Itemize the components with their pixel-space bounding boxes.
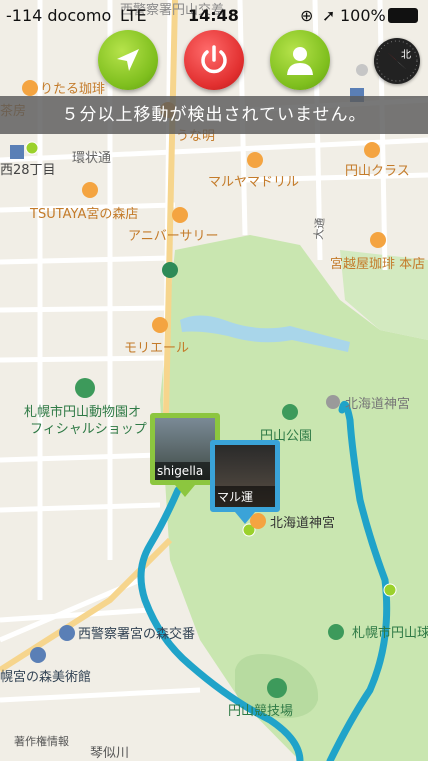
location-arrow-icon: ➚ xyxy=(322,6,336,25)
label-museum: 幌宮の森美術館 xyxy=(0,669,91,685)
label-maruyama-class: 円山クラス xyxy=(345,164,410,179)
label-anniversary: アニバーサリー xyxy=(128,229,218,244)
label-odori: 大通 xyxy=(311,217,327,240)
battery-icon xyxy=(388,8,418,23)
label-sapporo-maruyama: 札幌市円山球 xyxy=(352,625,428,641)
orientation-lock-icon: ⊕ xyxy=(300,6,314,25)
label-moriel: モリエール xyxy=(124,341,189,356)
power-icon xyxy=(201,45,227,74)
pin-label: shigella xyxy=(155,462,215,480)
power-button[interactable] xyxy=(184,30,244,90)
navigation-arrow-icon xyxy=(117,49,139,71)
label-stadium: 円山競技場 xyxy=(228,704,293,719)
svg-text:北: 北 xyxy=(401,49,411,61)
label-cafe-top-left: りたる珈琲 xyxy=(40,82,105,97)
person-icon xyxy=(287,47,313,75)
carrier-label: -114 docomo xyxy=(6,6,112,25)
pin-label: マル運 xyxy=(215,486,275,507)
battery-percent: 100% xyxy=(340,6,386,25)
compass-button[interactable]: 北 xyxy=(374,38,420,84)
navigate-button[interactable] xyxy=(98,30,158,90)
label-kotonigawa: 琴似川 xyxy=(90,746,129,761)
inactivity-banner: ５分以上移動が検出されていません。 xyxy=(0,96,428,134)
label-zoo-shop-2: フィシャルショップ xyxy=(30,422,147,437)
label-nishi28: 西28丁目 xyxy=(0,163,56,178)
user-pin-marun[interactable]: マル運 xyxy=(210,440,280,524)
label-kanjodori: 環状通 xyxy=(72,151,111,166)
profile-button[interactable] xyxy=(270,30,330,90)
label-zoo-shop-1: 札幌市円山動物園オ xyxy=(24,404,141,420)
label-maruyama-drill: マルヤマドリル xyxy=(208,175,299,190)
label-tsutaya: TSUTAYA宮の森店 xyxy=(29,206,138,222)
compass-icon: 北 xyxy=(376,40,418,82)
label-hokkaido-jingu-top: 北海道神宮 xyxy=(345,396,410,412)
status-bar: -114 docomo LTE 14:48 ⊕ ➚ 100% xyxy=(0,0,428,30)
network-label: LTE xyxy=(120,6,147,25)
clock: 14:48 xyxy=(188,6,239,25)
label-copyright[interactable]: 著作権情報 xyxy=(14,734,69,748)
label-nishi-police: 西警察署宮の森交番 xyxy=(78,626,195,642)
label-miyakoshiya: 宮越屋珈琲 本店 xyxy=(330,256,425,272)
